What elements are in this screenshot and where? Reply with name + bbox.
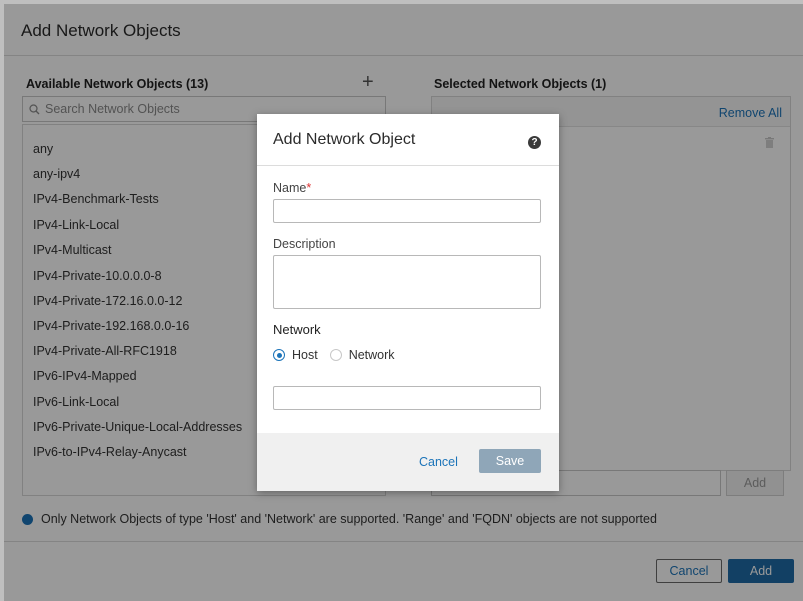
modal-cancel-button[interactable]: Cancel xyxy=(419,455,458,469)
modal-footer: Cancel Save xyxy=(257,433,559,491)
network-type-radio-group: Host Network xyxy=(273,348,395,362)
network-section-title: Network xyxy=(273,322,321,337)
add-network-object-modal: Add Network Object ? Name* Description N… xyxy=(257,114,559,491)
host-address-input[interactable] xyxy=(273,386,541,410)
host-radio-label: Host xyxy=(292,348,318,362)
network-radio-label: Network xyxy=(348,348,395,362)
name-label: Name* xyxy=(273,181,311,195)
required-marker: * xyxy=(306,181,312,195)
name-input[interactable] xyxy=(273,199,541,223)
network-radio[interactable] xyxy=(329,349,342,361)
description-label: Description xyxy=(273,237,336,251)
host-radio[interactable] xyxy=(273,349,285,361)
modal-title: Add Network Object xyxy=(273,131,416,148)
name-label-text: Name xyxy=(273,181,307,195)
modal-save-button[interactable]: Save xyxy=(479,449,541,473)
help-icon[interactable]: ? xyxy=(528,136,541,149)
modal-header: Add Network Object ? xyxy=(257,114,559,166)
description-textarea[interactable] xyxy=(273,255,541,309)
